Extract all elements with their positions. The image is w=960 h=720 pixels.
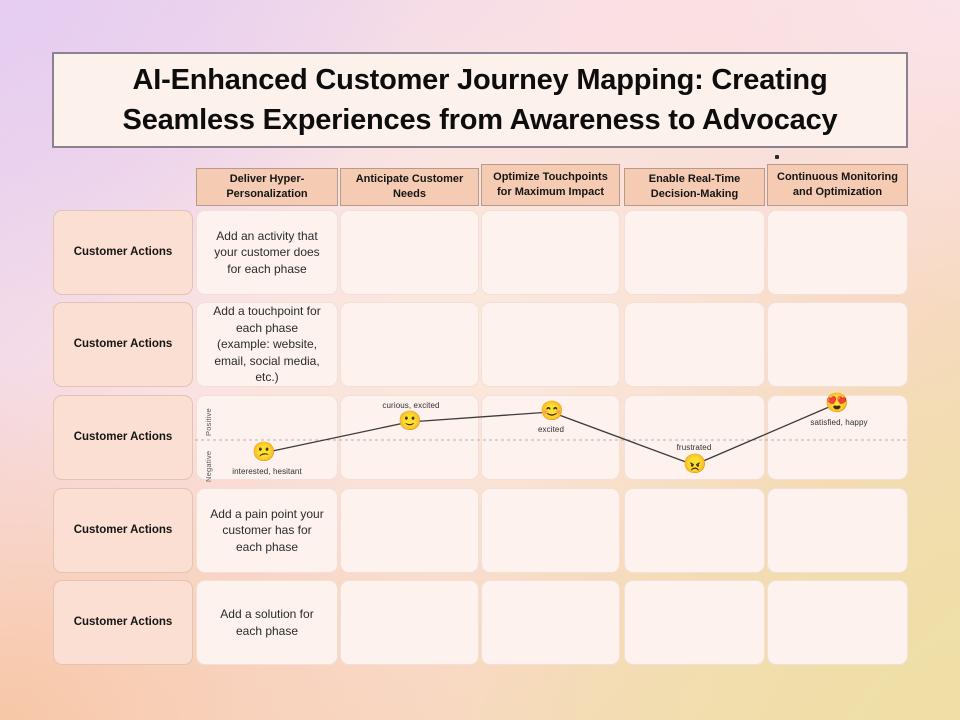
cell-r2-c4[interactable] bbox=[624, 302, 765, 387]
row-label-1[interactable]: Customer Actions bbox=[53, 210, 193, 295]
cell-r2-c1[interactable]: Add a touchpoint for each phase (example… bbox=[196, 302, 338, 387]
column-header-label: Deliver Hyper-Personalization bbox=[226, 173, 308, 200]
cell-r5-c5[interactable] bbox=[767, 580, 908, 665]
cell-r5-c4[interactable] bbox=[624, 580, 765, 665]
column-header-optimize-touchpoints[interactable]: Optimize Touchpoints for Maximum Impact bbox=[481, 164, 620, 206]
cell-text: Add an activity that your customer does … bbox=[214, 228, 320, 276]
cell-r2-c2[interactable] bbox=[340, 302, 479, 387]
cell-r3-c2[interactable] bbox=[340, 395, 479, 480]
cell-r3-c3[interactable] bbox=[481, 395, 620, 480]
cell-r2-c3[interactable] bbox=[481, 302, 620, 387]
column-header-label: Anticipate Customer Needs bbox=[355, 173, 464, 200]
row-label-text: Customer Actions bbox=[73, 337, 173, 350]
row-label-5[interactable]: Customer Actions bbox=[53, 580, 193, 665]
cell-r5-c2[interactable] bbox=[340, 580, 479, 665]
row-label-text: Customer Actions bbox=[73, 615, 173, 628]
column-header-deliver-hyper-personalization[interactable]: Deliver Hyper-Personalization bbox=[196, 168, 338, 206]
cell-r1-c4[interactable] bbox=[624, 210, 765, 295]
column-header-anticipate-customer-needs[interactable]: Anticipate Customer Needs bbox=[340, 168, 479, 206]
cell-r2-c5[interactable] bbox=[767, 302, 908, 387]
column-header-label: Continuous Monitoring and Optimization bbox=[777, 171, 898, 198]
cell-r4-c2[interactable] bbox=[340, 488, 479, 573]
row-label-3[interactable]: Customer Actions bbox=[53, 395, 193, 480]
cell-text: Add a touchpoint for each phase (example… bbox=[213, 304, 321, 385]
cell-r4-c5[interactable] bbox=[767, 488, 908, 573]
cell-r3-c1[interactable] bbox=[196, 395, 338, 480]
cell-r3-c5[interactable] bbox=[767, 395, 908, 480]
cell-r4-c3[interactable] bbox=[481, 488, 620, 573]
cell-r5-c3[interactable] bbox=[481, 580, 620, 665]
journey-map-canvas: AI-Enhanced Customer Journey Mapping: Cr… bbox=[0, 0, 960, 720]
row-label-4[interactable]: Customer Actions bbox=[53, 488, 193, 573]
cell-r1-c1[interactable]: Add an activity that your customer does … bbox=[196, 210, 338, 295]
row-label-2[interactable]: Customer Actions bbox=[53, 302, 193, 387]
cell-text: Add a pain point your customer has for e… bbox=[210, 506, 324, 554]
column-header-enable-real-time-decision-making[interactable]: Enable Real-Time Decision-Making bbox=[624, 168, 765, 206]
cell-r1-c5[interactable] bbox=[767, 210, 908, 295]
column-header-label: Optimize Touchpoints for Maximum Impact bbox=[493, 171, 608, 198]
cell-r4-c1[interactable]: Add a pain point your customer has for e… bbox=[196, 488, 338, 573]
cell-r3-c4[interactable] bbox=[624, 395, 765, 480]
title-card: AI-Enhanced Customer Journey Mapping: Cr… bbox=[52, 52, 908, 148]
row-label-text: Customer Actions bbox=[73, 523, 173, 536]
cell-r1-c2[interactable] bbox=[340, 210, 479, 295]
cell-text: Add a solution for each phase bbox=[220, 606, 314, 638]
column-header-label: Enable Real-Time Decision-Making bbox=[648, 173, 741, 200]
bullet-dot-icon-1 bbox=[775, 155, 779, 159]
column-header-continuous-monitoring[interactable]: Continuous Monitoring and Optimization bbox=[767, 164, 908, 206]
row-label-text: Customer Actions bbox=[73, 245, 173, 258]
page-title: AI-Enhanced Customer Journey Mapping: Cr… bbox=[122, 63, 838, 136]
row-label-text: Customer Actions bbox=[73, 430, 173, 443]
cell-r1-c3[interactable] bbox=[481, 210, 620, 295]
cell-r4-c4[interactable] bbox=[624, 488, 765, 573]
cell-r5-c1[interactable]: Add a solution for each phase bbox=[196, 580, 338, 665]
